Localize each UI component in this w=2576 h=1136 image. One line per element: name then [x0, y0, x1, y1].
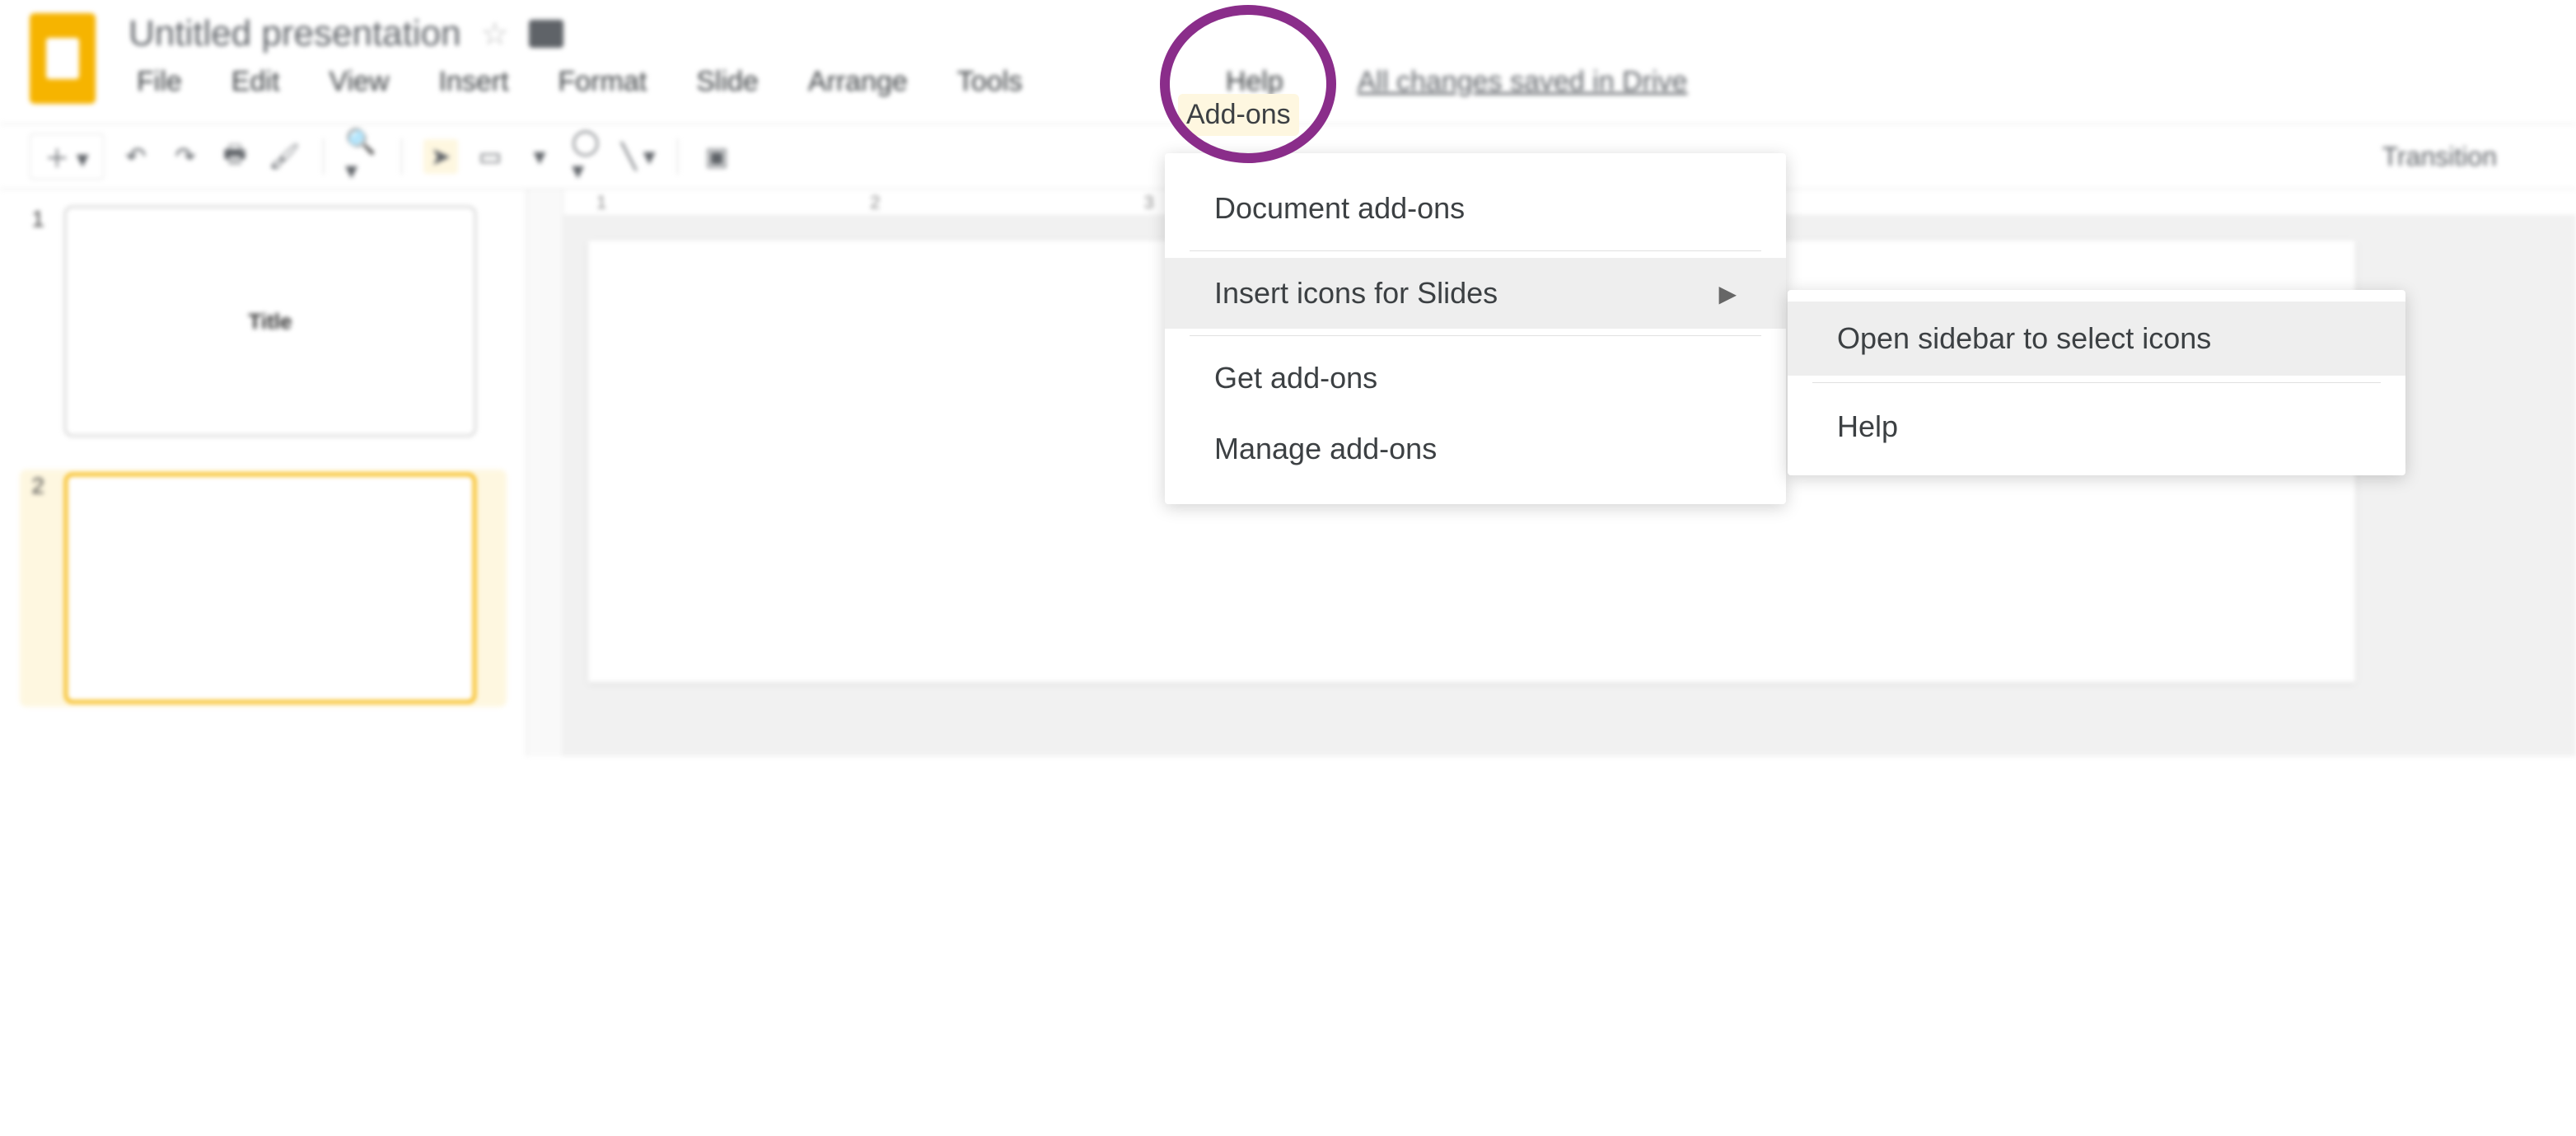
menu-edit[interactable]: Edit — [223, 61, 288, 103]
menu-insert[interactable]: Insert — [430, 61, 517, 103]
zoom-icon[interactable]: 🔍 ▾ — [345, 139, 380, 174]
textbox-icon[interactable]: ▭ — [473, 139, 507, 174]
addons-dropdown: Document add-ons Insert icons for Slides… — [1165, 153, 1786, 504]
paint-format-icon[interactable]: 🖌 — [267, 139, 302, 174]
slides-logo-icon — [30, 13, 96, 104]
ruler-mark: 1 — [596, 192, 606, 213]
slide-thumb-2[interactable]: 2 — [20, 470, 507, 707]
comment-icon[interactable]: ▣ — [699, 139, 734, 174]
menu-format[interactable]: Format — [550, 61, 656, 103]
menu-file[interactable]: File — [129, 61, 190, 103]
line-icon[interactable]: ╲ ▾ — [621, 139, 656, 174]
label: Open sidebar to select icons — [1837, 321, 2211, 355]
label: Help — [1837, 409, 1898, 443]
print-icon[interactable]: 🖶 — [217, 139, 252, 174]
menu-arrange[interactable]: Arrange — [800, 61, 916, 103]
label: Get add-ons — [1214, 361, 1377, 395]
submenu-arrow-icon: ▶ — [1718, 280, 1737, 307]
slide-panel: 1 Title 2 — [0, 189, 527, 756]
slide-thumb-1[interactable]: 1 Title — [20, 206, 507, 437]
redo-icon[interactable]: ↷ — [168, 139, 203, 174]
menu-slide[interactable]: Slide — [688, 61, 767, 103]
vertical-ruler — [527, 189, 563, 756]
addons-submenu: Open sidebar to select icons Help — [1788, 290, 2405, 475]
saved-indicator[interactable]: All changes saved in Drive — [1358, 66, 1688, 98]
new-slide-button[interactable]: ＋ ▾ — [30, 133, 104, 180]
menu-addons[interactable]: Add-ons — [1178, 94, 1299, 136]
doc-title[interactable]: Untitled presentation — [129, 13, 461, 54]
separator — [401, 138, 402, 175]
shape-icon[interactable]: ◯ ▾ — [572, 139, 606, 174]
folder-icon[interactable] — [529, 20, 563, 48]
undo-icon[interactable]: ↶ — [119, 139, 153, 174]
menu-insert-icons-for-slides[interactable]: Insert icons for Slides ▶ — [1165, 258, 1786, 329]
ruler-mark: 2 — [870, 192, 880, 213]
label: Manage add-ons — [1214, 432, 1437, 466]
slide-thumbnail[interactable]: Title — [64, 206, 476, 437]
slide-number: 1 — [20, 206, 44, 232]
menu-manage-addons[interactable]: Manage add-ons — [1165, 414, 1786, 484]
menu-separator — [1190, 250, 1761, 251]
image-icon[interactable]: ▾ — [522, 139, 557, 174]
ruler-mark: 3 — [1144, 192, 1154, 213]
slide-title-label: Title — [249, 309, 292, 334]
submenu-help[interactable]: Help — [1788, 390, 2405, 464]
label: Insert icons for Slides — [1214, 276, 1498, 311]
menu-document-addons[interactable]: Document add-ons — [1165, 173, 1786, 244]
label: Document add-ons — [1214, 191, 1465, 226]
separator — [677, 138, 678, 175]
menu-view[interactable]: View — [320, 61, 397, 103]
header: Untitled presentation ☆ File Edit View I… — [0, 0, 2576, 104]
menubar: File Edit View Insert Format Slide Arran… — [129, 61, 2546, 103]
select-tool-icon[interactable]: ➤ — [423, 139, 458, 174]
star-icon[interactable]: ☆ — [481, 16, 509, 53]
separator — [323, 138, 324, 175]
menu-separator — [1190, 335, 1761, 336]
menu-separator — [1812, 382, 2381, 383]
slide-thumbnail[interactable] — [64, 473, 476, 704]
submenu-open-sidebar[interactable]: Open sidebar to select icons — [1788, 302, 2405, 376]
menu-get-addons[interactable]: Get add-ons — [1165, 343, 1786, 414]
transition-button[interactable]: Transition — [2382, 142, 2497, 172]
slide-number: 2 — [20, 473, 44, 499]
menu-tools[interactable]: Tools — [949, 61, 1031, 103]
